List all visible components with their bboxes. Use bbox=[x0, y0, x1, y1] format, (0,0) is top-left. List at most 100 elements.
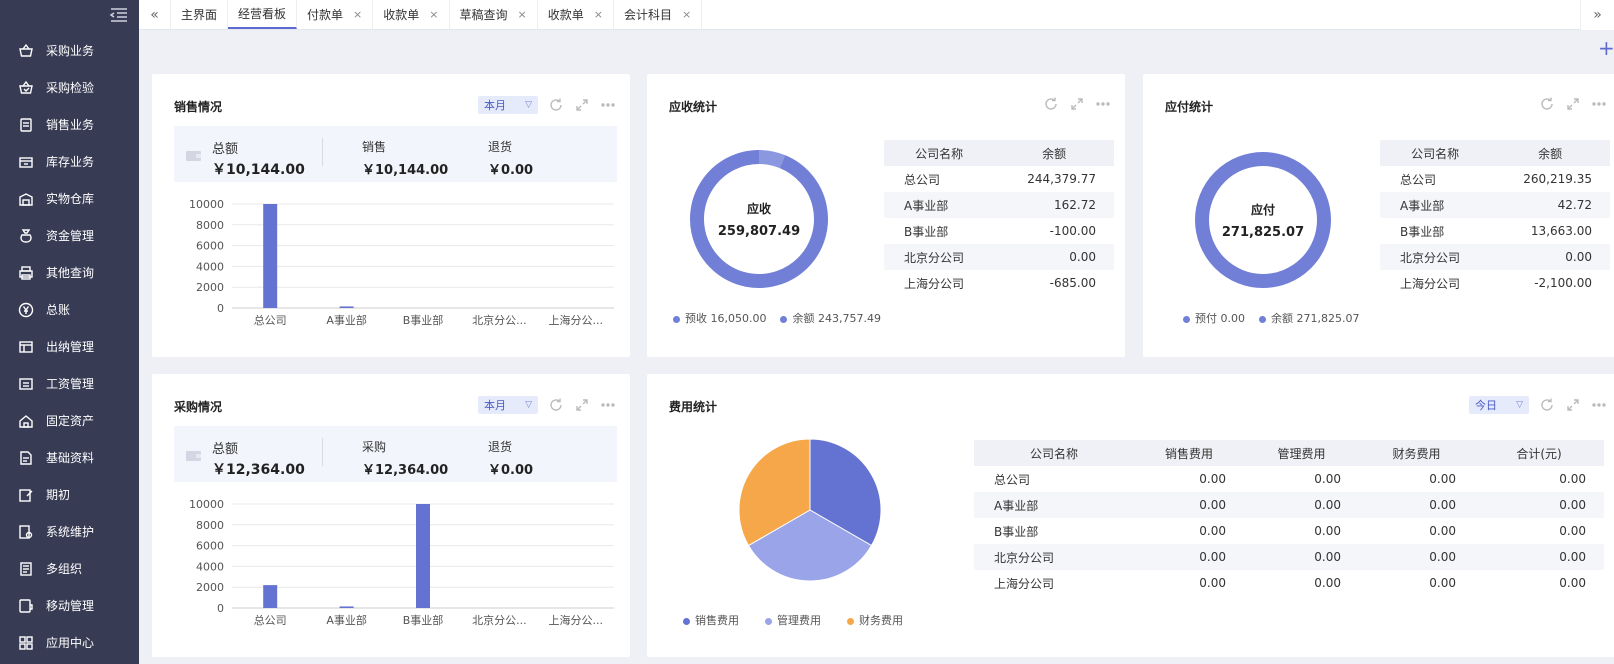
table-cell: 0.00 bbox=[1490, 244, 1610, 270]
tab-2[interactable]: 付款单 × bbox=[297, 0, 374, 29]
refresh-icon[interactable] bbox=[1539, 397, 1555, 413]
chevron-down-icon: ▽ bbox=[525, 400, 532, 410]
purchase-period-select[interactable]: 本月 ▽ bbox=[478, 396, 538, 414]
table-cell: B事业部 bbox=[904, 224, 949, 239]
edit-icon bbox=[18, 487, 34, 503]
sales-sales-value: ￥10,144.00 bbox=[362, 163, 449, 178]
sidebar-item-4[interactable]: 实物仓库 bbox=[0, 180, 139, 217]
sidebar-item-0[interactable]: 采购业务 bbox=[0, 32, 139, 69]
sales-period-select[interactable]: 本月 ▽ bbox=[478, 96, 538, 114]
table-cell: 0.00 bbox=[1474, 492, 1604, 518]
collapse-menu-icon[interactable] bbox=[109, 6, 129, 24]
sidebar-item-label: 总账 bbox=[46, 303, 71, 317]
tab-4[interactable]: 草稿查询 × bbox=[450, 0, 538, 29]
sidebar-item-label: 期初 bbox=[46, 488, 71, 502]
tab-6[interactable]: 会计科目 × bbox=[614, 0, 703, 29]
x-tick-label: 北京分公... bbox=[472, 313, 527, 327]
sales-sales-label: 销售 bbox=[362, 140, 387, 154]
more-icon[interactable] bbox=[1095, 96, 1111, 112]
x-tick-label: A事业部 bbox=[326, 313, 367, 327]
more-icon[interactable] bbox=[1591, 96, 1607, 112]
tab-label: 主界面 bbox=[181, 8, 218, 22]
legend-item[interactable]: 销售费用 bbox=[683, 612, 739, 628]
tabs-scroll-left-icon[interactable]: « bbox=[139, 0, 171, 29]
close-icon[interactable]: × bbox=[682, 8, 691, 21]
close-icon[interactable]: × bbox=[518, 8, 527, 21]
expense-title: 费用统计 bbox=[669, 400, 718, 414]
table-cell: 0.00 bbox=[1134, 544, 1244, 570]
printer-icon bbox=[18, 265, 34, 281]
expand-icon[interactable] bbox=[1565, 96, 1581, 112]
table-cell: -2,100.00 bbox=[1534, 276, 1592, 290]
receivable-card: 应收统计 应收 259,807.49 公司名称 余额 总公司 244,379.77 A事业… bbox=[647, 74, 1125, 357]
sales-bar-chart: 0 2000 4000 6000 8000 10000 总公司 A事业部 B事业部 北京分公...… bbox=[189, 198, 614, 327]
refresh-icon[interactable] bbox=[548, 97, 564, 113]
tab-5[interactable]: 收款单 × bbox=[538, 0, 614, 29]
tab-3[interactable]: 收款单 × bbox=[373, 0, 450, 29]
add-widget-icon[interactable]: + bbox=[1598, 38, 1614, 58]
expand-icon[interactable] bbox=[574, 397, 590, 413]
table-row: 北京分公司 0.00 0.00 0.00 0.00 bbox=[974, 544, 1604, 570]
sidebar-item-12[interactable]: 期初 bbox=[0, 476, 139, 513]
sidebar-item-5[interactable]: 资金管理 bbox=[0, 217, 139, 254]
y-tick-label: 10000 bbox=[189, 198, 224, 211]
legend-item[interactable]: 预收 16,050.00 bbox=[673, 310, 766, 326]
legend-item[interactable]: 余额 271,825.07 bbox=[1259, 310, 1359, 326]
wallet-icon bbox=[186, 451, 201, 461]
table-row: 上海分公司 -685.00 bbox=[884, 270, 1114, 296]
legend-item[interactable]: 余额 243,757.49 bbox=[780, 310, 881, 326]
sidebar-item-6[interactable]: 其他查询 bbox=[0, 254, 139, 291]
warehouse-icon bbox=[18, 191, 34, 207]
column-header: 销售费用 bbox=[1134, 440, 1244, 466]
donut-slice bbox=[758, 150, 786, 169]
tab-1[interactable]: 经营看板 bbox=[228, 0, 298, 29]
table-row: B事业部 13,663.00 bbox=[1380, 218, 1610, 244]
legend-item[interactable]: 预付 0.00 bbox=[1183, 310, 1245, 326]
refresh-icon[interactable] bbox=[1043, 96, 1059, 112]
table-cell: 0.00 bbox=[1429, 576, 1456, 590]
sidebar-item-15[interactable]: 移动管理 bbox=[0, 587, 139, 624]
expense-pie-chart bbox=[738, 438, 882, 582]
sales-period-value: 本月 bbox=[484, 99, 506, 112]
sidebar-item-16[interactable]: 应用中心 bbox=[0, 624, 139, 661]
receivable-title: 应收统计 bbox=[669, 100, 718, 114]
table-cell: -685.00 bbox=[1049, 276, 1096, 290]
more-icon[interactable] bbox=[600, 397, 616, 413]
donut-center-label: 应付 bbox=[1251, 202, 1275, 217]
expand-icon[interactable] bbox=[574, 97, 590, 113]
sidebar-item-1[interactable]: 采购检验 bbox=[0, 69, 139, 106]
sidebar-item-9[interactable]: 工资管理 bbox=[0, 365, 139, 402]
close-icon[interactable]: × bbox=[429, 8, 438, 21]
bar bbox=[339, 306, 354, 308]
table-cell: 0.00 bbox=[1199, 472, 1226, 486]
sidebar-item-8[interactable]: 出纳管理 bbox=[0, 328, 139, 365]
legend-dot bbox=[673, 315, 680, 323]
expand-icon[interactable] bbox=[1069, 96, 1085, 112]
close-icon[interactable]: × bbox=[353, 8, 362, 21]
more-icon[interactable] bbox=[1591, 397, 1607, 413]
legend-item[interactable]: 财务费用 bbox=[847, 612, 903, 628]
sidebar-item-7[interactable]: 总账 bbox=[0, 291, 139, 328]
sidebar-item-2[interactable]: 销售业务 bbox=[0, 106, 139, 143]
legend-label: 管理费用 bbox=[777, 614, 821, 627]
more-icon[interactable] bbox=[600, 97, 616, 113]
tab-0[interactable]: 主界面 bbox=[171, 0, 229, 29]
sidebar-item-3[interactable]: 库存业务 bbox=[0, 143, 139, 180]
sidebar-item-11[interactable]: 基础资料 bbox=[0, 439, 139, 476]
refresh-icon[interactable] bbox=[548, 397, 564, 413]
legend-item[interactable]: 管理费用 bbox=[765, 612, 821, 628]
tabs-scroll-right-icon[interactable]: » bbox=[1580, 0, 1614, 30]
sidebar-item-13[interactable]: 系统维护 bbox=[0, 513, 139, 550]
close-icon[interactable]: × bbox=[594, 8, 603, 21]
expense-period-select[interactable]: 今日 ▽ bbox=[1469, 396, 1529, 414]
table-cell: 0.00 bbox=[1244, 492, 1359, 518]
x-tick-label: 北京分公... bbox=[472, 613, 527, 627]
refresh-icon[interactable] bbox=[1539, 96, 1555, 112]
table-cell: 上海分公司 bbox=[1400, 276, 1461, 291]
sidebar-item-10[interactable]: 固定资产 bbox=[0, 402, 139, 439]
sales-total-value: ￥10,144.00 bbox=[212, 162, 305, 178]
table-row: 总公司 244,379.77 bbox=[884, 166, 1114, 192]
expand-icon[interactable] bbox=[1565, 397, 1581, 413]
sidebar-item-14[interactable]: 多组织 bbox=[0, 550, 139, 587]
expense-table: 公司名称 销售费用 管理费用 财务费用 合计(元) 总公司 0.00 0.00 0.00 0.00… bbox=[974, 440, 1604, 596]
